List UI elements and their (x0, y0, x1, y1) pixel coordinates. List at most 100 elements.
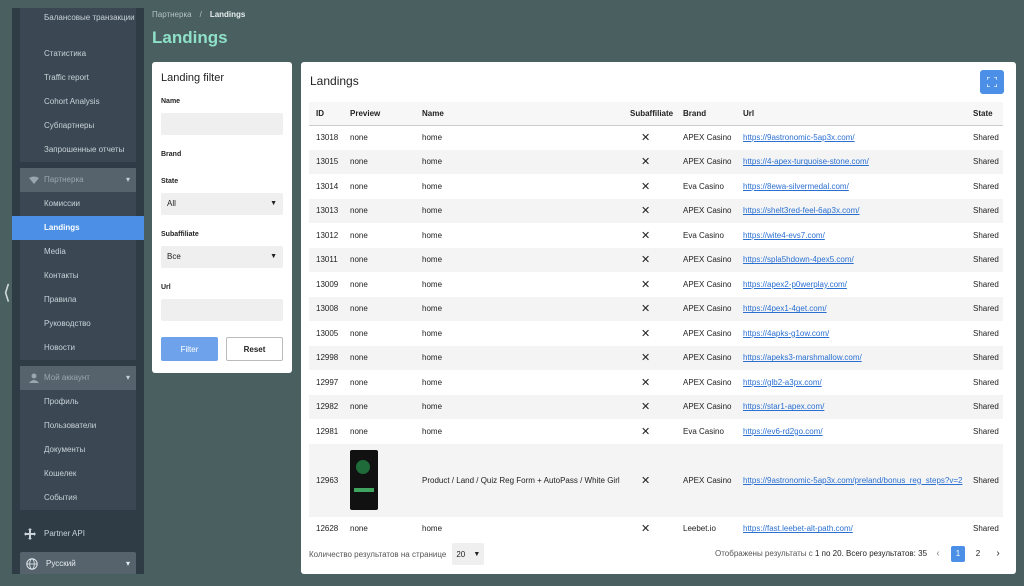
sidebar-item-balance-transactions[interactable]: Балансовые транзакции (20, 8, 136, 42)
url-input[interactable] (161, 299, 283, 321)
sidebar-item-landings[interactable]: Landings (12, 216, 144, 240)
table-row[interactable]: 13014 none home ✕ Eva Casino https://8ewa-sil… (309, 174, 1003, 199)
cell-brand: APEX Casino (676, 345, 736, 370)
filter-button[interactable]: Filter (161, 337, 218, 361)
sidebar-item-documents[interactable]: Документы (20, 438, 136, 462)
sidebar-item-traffic-report[interactable]: Traffic report (20, 66, 136, 90)
name-input[interactable] (161, 113, 283, 135)
table-row[interactable]: 12982 none home ✕ APEX Casino https://star1-a… (309, 394, 1003, 419)
table-row[interactable]: 13015 none home ✕ APEX Casino https://4-apex-… (309, 149, 1003, 174)
close-icon: ✕ (641, 376, 651, 389)
sidebar-item-guide[interactable]: Руководство (20, 312, 136, 336)
landing-url-link[interactable]: https://wite4-evs7.com/ (743, 231, 825, 240)
sidebar-item-news[interactable]: Новости (20, 336, 136, 360)
sidebar-item-rules[interactable]: Правила (20, 288, 136, 312)
table-row[interactable]: 12997 none home ✕ APEX Casino https://glb2-a3… (309, 370, 1003, 395)
results-range: 1 по 20 (814, 549, 842, 558)
table-row[interactable]: 13009 none home ✕ APEX Casino https://apex2-p… (309, 272, 1003, 297)
table-row[interactable]: 12981 none home ✕ Eva Casino https://ev6-rd2g… (309, 419, 1003, 444)
table-row[interactable]: 12628 none home ✕ Leebet.io https://fast.leeb… (309, 517, 1003, 535)
table-row[interactable]: 13012 none home ✕ Eva Casino https://wite4-ev… (309, 223, 1003, 248)
landing-url-link[interactable]: https://9astronomic-5ap3x.com/ (743, 133, 855, 142)
cell-state: Shared (973, 230, 999, 240)
sidebar-item-cohort-analysis[interactable]: Cohort Analysis (20, 90, 136, 114)
landing-url-link[interactable]: https://apeks3-marshmallow.com/ (743, 353, 862, 362)
page-button-2[interactable]: 2 (971, 546, 985, 562)
close-icon: ✕ (623, 394, 676, 419)
table-row[interactable]: 13008 none home ✕ APEX Casino https://4pex1-4… (309, 296, 1003, 321)
landing-url-link[interactable]: https://shelt3red-feel-6ap3x.com/ (743, 206, 860, 215)
landing-url-link[interactable]: https://8ewa-silvermedal.com/ (743, 182, 849, 191)
subaffiliate-label: Subaffiliate (161, 231, 199, 238)
landing-url-link[interactable]: https://spla5hdown-4pex5.com/ (743, 255, 854, 264)
preview-thumbnail[interactable] (350, 450, 378, 510)
landing-url-link[interactable]: https://ev6-rd2go.com/ (743, 427, 823, 436)
cell-preview: none (343, 149, 415, 174)
sidebar-item-commissions[interactable]: Комиссии (20, 192, 136, 216)
language-select[interactable]: Русский ▾ (20, 552, 136, 574)
user-icon (28, 372, 40, 384)
landing-url-link[interactable]: https://4pex1-4get.com/ (743, 304, 827, 313)
sidebar-item-profile[interactable]: Профиль (20, 390, 136, 414)
page-title: Landings (152, 28, 228, 47)
prev-page-button[interactable]: ‹ (931, 546, 945, 562)
cell-name: home (415, 149, 623, 174)
table-row[interactable]: 12963 Product / Land / Quiz Reg Form + Au… (309, 443, 1003, 517)
caret-down-icon: ▼ (473, 550, 481, 558)
cell-url: https://fast.leebet-alt-path.com/ (736, 517, 966, 535)
table-row[interactable]: 13011 none home ✕ APEX Casino https://spla5hd… (309, 247, 1003, 272)
cell-preview: none (343, 247, 415, 272)
col-header-subaffiliate[interactable]: Subaffiliate (623, 102, 676, 126)
state-select[interactable]: All ▼ (161, 193, 283, 215)
per-page-select[interactable]: 20 ▼ (452, 543, 485, 565)
breadcrumb-parent[interactable]: Партнерка (152, 10, 192, 19)
fullscreen-button[interactable] (980, 70, 1004, 94)
sidebar-item-partner-api[interactable]: Partner API (20, 522, 136, 546)
cell-id: 13012 (316, 230, 339, 240)
cell-state: Shared (973, 279, 999, 289)
landing-url-link[interactable]: https://glb2-a3px.com/ (743, 378, 822, 387)
landings-table-scroll[interactable]: ID Preview Name Subaffiliate Brand Url S… (309, 102, 1003, 534)
chevron-down-icon: ▾ (125, 373, 130, 382)
col-header-url[interactable]: Url (736, 102, 966, 126)
sidebar-item-events[interactable]: События (20, 486, 136, 510)
sidebar-item-subpartners[interactable]: Субпартнеры (20, 114, 136, 138)
col-header-name[interactable]: Name (415, 102, 623, 126)
sidebar-item-statistics[interactable]: Статистика (20, 42, 136, 66)
sidebar-group-partner: Комиссии Landings Media Контакты Правила… (12, 192, 144, 360)
sidebar-section-partner[interactable]: Партнерка ▾ (20, 168, 136, 192)
col-header-id[interactable]: ID (309, 102, 343, 126)
landing-url-link[interactable]: https://4-apex-turquoise-stone.com/ (743, 157, 869, 166)
sidebar-item-wallet[interactable]: Кошелек (20, 462, 136, 486)
sidebar-item-contacts[interactable]: Контакты (20, 264, 136, 288)
sidebar-item-requested-reports[interactable]: Запрошенные отчеты (20, 138, 136, 162)
caret-down-icon: ▼ (270, 253, 277, 260)
sidebar-item-users[interactable]: Пользователи (20, 414, 136, 438)
sidebar-section-account[interactable]: Мой аккаунт ▾ (20, 366, 136, 390)
sidebar-item-media[interactable]: Media (20, 240, 136, 264)
col-header-preview[interactable]: Preview (343, 102, 415, 126)
cell-state: Shared (973, 426, 999, 436)
cell-id: 13018 (316, 133, 339, 142)
cell-preview: none (343, 198, 415, 223)
close-icon: ✕ (641, 229, 651, 242)
table-row[interactable]: 13013 none home ✕ APEX Casino https://shelt3r… (309, 198, 1003, 223)
next-page-button[interactable]: › (991, 546, 1005, 562)
table-row[interactable]: 13005 none home ✕ APEX Casino https://4apks-g… (309, 321, 1003, 346)
landing-url-link[interactable]: https://fast.leebet-alt-path.com/ (743, 524, 853, 533)
table-row[interactable]: 13018 none home ✕ APEX Casino https://9astron… (309, 125, 1003, 150)
col-header-state[interactable]: State (966, 102, 1003, 126)
landing-url-link[interactable]: https://apex2-p0werplay.com/ (743, 280, 847, 289)
table-row[interactable]: 12998 none home ✕ APEX Casino https://apeks3-… (309, 345, 1003, 370)
landing-url-link[interactable]: https://9astronomic-5ap3x.com/preland/bo… (743, 476, 962, 485)
reset-button[interactable]: Reset (225, 337, 283, 361)
landing-url-link[interactable]: https://4apks-g1ow.com/ (743, 329, 829, 338)
cell-url: https://ev6-rd2go.com/ (736, 419, 966, 444)
col-header-brand[interactable]: Brand (676, 102, 736, 126)
close-icon: ✕ (623, 345, 676, 370)
cell-state: Shared (966, 394, 1003, 419)
subaffiliate-select[interactable]: Все ▼ (161, 246, 283, 268)
page-button-1[interactable]: 1 (951, 546, 965, 562)
cell-preview: none (350, 328, 368, 338)
landing-url-link[interactable]: https://star1-apex.com/ (743, 402, 824, 411)
